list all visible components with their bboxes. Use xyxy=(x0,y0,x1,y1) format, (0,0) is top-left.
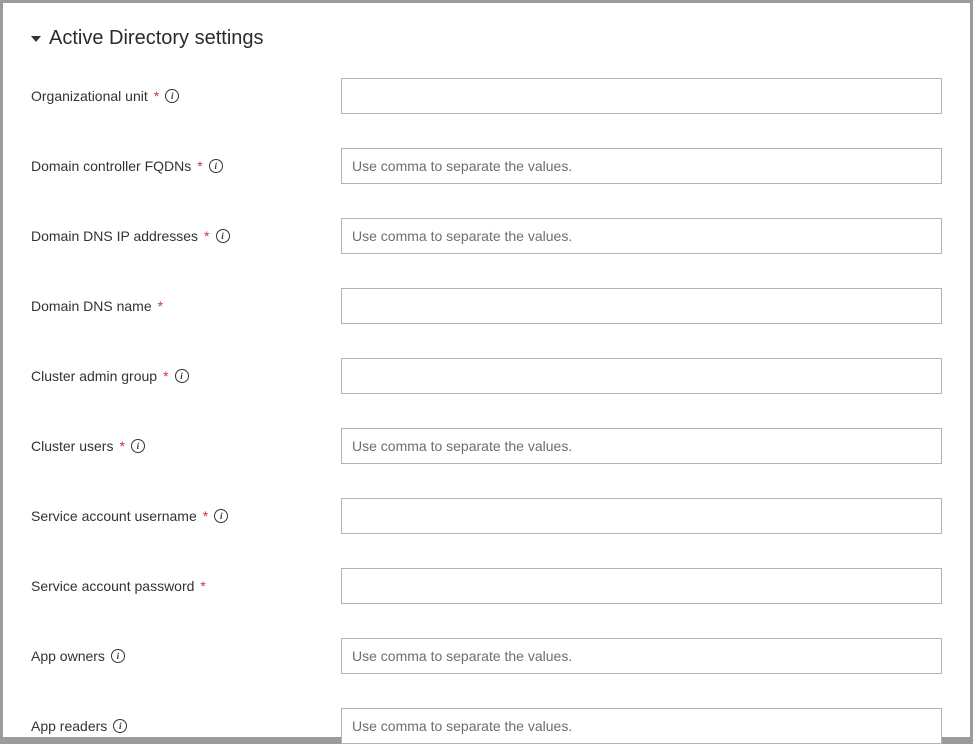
input-wrap xyxy=(341,498,942,534)
field-label: Cluster users xyxy=(31,438,113,454)
field-app-readers: App readers xyxy=(31,708,942,744)
field-app-owners: App owners xyxy=(31,638,942,674)
info-icon[interactable] xyxy=(113,719,127,733)
section-title: Active Directory settings xyxy=(49,27,264,50)
field-service-account-password: Service account password * xyxy=(31,568,942,604)
section-toggle[interactable]: Active Directory settings xyxy=(31,27,942,50)
domain-controller-fqdns-input[interactable] xyxy=(341,148,942,184)
input-wrap xyxy=(341,428,942,464)
required-indicator: * xyxy=(154,88,159,104)
app-owners-input[interactable] xyxy=(341,638,942,674)
input-wrap xyxy=(341,218,942,254)
field-service-account-username: Service account username * xyxy=(31,498,942,534)
info-icon[interactable] xyxy=(165,89,179,103)
field-cluster-admin-group: Cluster admin group * xyxy=(31,358,942,394)
required-indicator: * xyxy=(158,298,163,314)
field-label-wrap: Cluster users * xyxy=(31,438,341,454)
field-label-wrap: Domain DNS IP addresses * xyxy=(31,228,341,244)
field-label-wrap: Organizational unit * xyxy=(31,88,341,104)
input-wrap xyxy=(341,708,942,744)
input-wrap xyxy=(341,638,942,674)
field-domain-dns-ip-addresses: Domain DNS IP addresses * xyxy=(31,218,942,254)
organizational-unit-input[interactable] xyxy=(341,78,942,114)
info-icon[interactable] xyxy=(216,229,230,243)
info-icon[interactable] xyxy=(209,159,223,173)
settings-panel: Active Directory settings Organizational… xyxy=(3,3,970,737)
app-readers-input[interactable] xyxy=(341,708,942,744)
required-indicator: * xyxy=(200,578,205,594)
field-label-wrap: Service account password * xyxy=(31,578,341,594)
required-indicator: * xyxy=(163,368,168,384)
field-label-wrap: Cluster admin group * xyxy=(31,368,341,384)
info-icon[interactable] xyxy=(131,439,145,453)
info-icon[interactable] xyxy=(111,649,125,663)
field-domain-controller-fqdns: Domain controller FQDNs * xyxy=(31,148,942,184)
required-indicator: * xyxy=(203,508,208,524)
field-label-wrap: Domain DNS name * xyxy=(31,298,341,314)
info-icon[interactable] xyxy=(214,509,228,523)
input-wrap xyxy=(341,148,942,184)
input-wrap xyxy=(341,78,942,114)
field-domain-dns-name: Domain DNS name * xyxy=(31,288,942,324)
field-label: Domain DNS IP addresses xyxy=(31,228,198,244)
info-icon[interactable] xyxy=(175,369,189,383)
field-cluster-users: Cluster users * xyxy=(31,428,942,464)
field-label: Domain controller FQDNs xyxy=(31,158,191,174)
service-account-password-input[interactable] xyxy=(341,568,942,604)
input-wrap xyxy=(341,358,942,394)
required-indicator: * xyxy=(119,438,124,454)
field-label: App readers xyxy=(31,718,107,734)
domain-dns-name-input[interactable] xyxy=(341,288,942,324)
field-label: Cluster admin group xyxy=(31,368,157,384)
cluster-admin-group-input[interactable] xyxy=(341,358,942,394)
input-wrap xyxy=(341,568,942,604)
required-indicator: * xyxy=(204,228,209,244)
field-label: Service account password xyxy=(31,578,194,594)
domain-dns-ip-addresses-input[interactable] xyxy=(341,218,942,254)
service-account-username-input[interactable] xyxy=(341,498,942,534)
field-label: Service account username xyxy=(31,508,197,524)
field-label: App owners xyxy=(31,648,105,664)
field-label-wrap: App owners xyxy=(31,648,341,664)
required-indicator: * xyxy=(197,158,202,174)
field-label: Organizational unit xyxy=(31,88,148,104)
chevron-down-icon xyxy=(31,36,41,42)
field-label-wrap: Domain controller FQDNs * xyxy=(31,158,341,174)
field-label-wrap: App readers xyxy=(31,718,341,734)
cluster-users-input[interactable] xyxy=(341,428,942,464)
field-organizational-unit: Organizational unit * xyxy=(31,78,942,114)
input-wrap xyxy=(341,288,942,324)
field-label-wrap: Service account username * xyxy=(31,508,341,524)
field-label: Domain DNS name xyxy=(31,298,152,314)
